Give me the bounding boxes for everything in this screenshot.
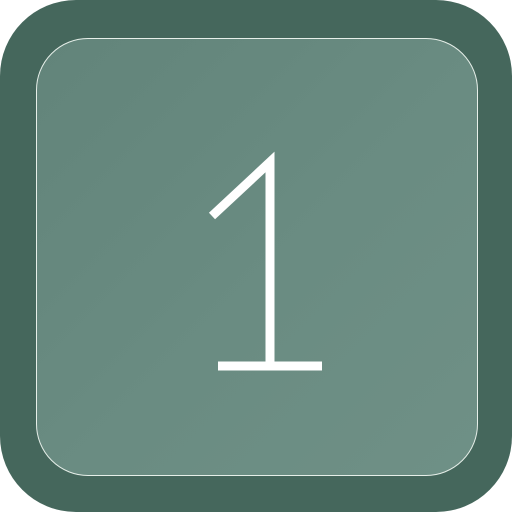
digit-one-glyph <box>208 151 322 371</box>
app-icon[interactable]: 1 <box>0 0 512 512</box>
